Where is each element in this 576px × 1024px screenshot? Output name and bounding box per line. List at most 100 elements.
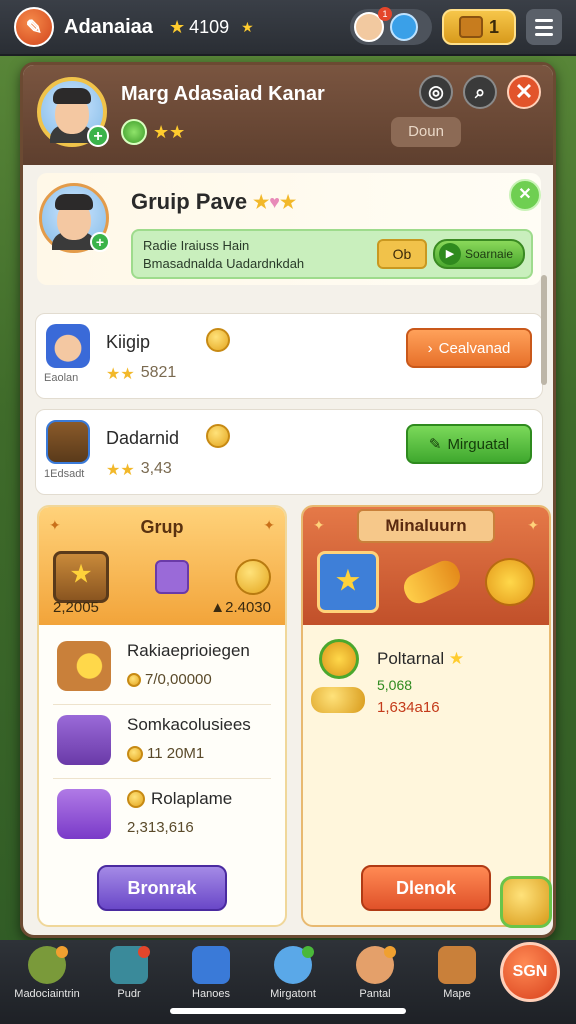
star-icon-small: ★ (241, 18, 254, 35)
share-button[interactable]: ▶ Soarnaie (433, 239, 525, 269)
chest-count: 1 (488, 16, 499, 37)
add-icon[interactable]: + (90, 232, 110, 252)
left-column-values: 2,2005 ▲2.4030 (53, 599, 271, 616)
left-column-title: Grup (140, 517, 184, 537)
left-column-header: ✦ ✦ Grup 2,2005 ▲2.4030 (39, 507, 285, 625)
list-item[interactable]: Eaolan Kiigip ★★ 5821 › Cealvanad (35, 313, 543, 399)
reward-row[interactable]: Somkacolusiees 11 20M1 (53, 705, 271, 779)
menu-icon[interactable] (526, 9, 562, 45)
search-icon[interactable]: ⌕ (463, 75, 497, 109)
notification-badge: 1 (378, 7, 392, 21)
right-column-button[interactable]: Dlenok (361, 865, 491, 911)
coin-pile-icon (311, 687, 365, 713)
group-title-row: Gruip Pave ★♥★ (131, 189, 296, 215)
player-action-button[interactable]: › Cealvanad (406, 328, 532, 368)
list-item[interactable]: 1Edsadt Dadarnid ★★ 3,43 ✎ Mirguatal (35, 409, 543, 495)
gift-icon[interactable] (155, 560, 189, 594)
main-panel: + Marg Adasaiad Kanar ★★ Doun ◎ ⌕ ✕ + Gr… (20, 62, 556, 938)
nav-item-profile[interactable]: Pantal (334, 946, 416, 1000)
player-value: 5821 (140, 364, 177, 381)
player-sub: Eaolan (44, 372, 79, 384)
house-icon (192, 946, 230, 984)
player-name: Kiigip (106, 332, 151, 352)
ok-button[interactable]: Ob (377, 239, 427, 269)
coin-icon (206, 328, 230, 352)
player-action-button[interactable]: ✎ Mirguatal (406, 424, 532, 464)
chest-counter[interactable]: 1 (442, 9, 516, 45)
group-info-strip: Radie Iraiuss Hain Bmasadnalda Uadardnkd… (131, 229, 533, 279)
player-stats: ★★ 3,43 (106, 460, 172, 480)
left-value-a: 2,2005 (53, 599, 99, 616)
coin-token-icon (319, 639, 359, 679)
group-card: + Gruip Pave ★♥★ ✕ Radie Iraiuss Hain Bm… (37, 173, 541, 285)
reward-row[interactable]: Rolaplame 2,313,616 (53, 779, 271, 853)
reward-title-row: Rolaplame (127, 789, 232, 809)
coin-icon (127, 672, 141, 687)
coin-stack-icon[interactable] (500, 876, 552, 928)
close-icon[interactable]: ✕ (507, 75, 541, 109)
group-stars-icon: ★♥★ (253, 191, 297, 212)
share-label: Soarnaie (465, 247, 514, 261)
player-sub: 1Edsadt (44, 468, 85, 480)
top-right-group: 1 1 (350, 7, 562, 45)
info-disc-icon[interactable] (390, 13, 418, 41)
dice-box-icon (57, 789, 111, 839)
nav-label: Mape (443, 988, 471, 1000)
gem-icon (121, 119, 147, 145)
profile-avatar[interactable]: + (37, 77, 109, 147)
nav-label: Pantal (359, 988, 391, 1000)
player-value: 3,43 (140, 460, 172, 477)
magic-wand-icon[interactable] (399, 556, 465, 608)
nav-item-shop[interactable]: Mape (416, 946, 498, 1000)
top-bar: ✎ Adanaiaa ★ 4109 ★ 1 1 (0, 0, 576, 56)
target-icon[interactable]: ◎ (419, 75, 453, 109)
star-box-icon[interactable] (317, 551, 379, 613)
star-icon: ★ (168, 16, 186, 37)
player-stats: ★★ 5821 (106, 364, 176, 384)
left-value-b: ▲2.4030 (210, 599, 271, 616)
group-avatar[interactable]: + (39, 183, 110, 253)
header-icons: ◎ ⌕ ✕ (419, 75, 541, 109)
scrollbar[interactable] (541, 275, 547, 385)
reward-title: Somkacolusiees (127, 715, 251, 734)
reward-value-row: 7/0,00000 (127, 671, 212, 688)
logo-icon[interactable]: ✎ (14, 7, 54, 47)
add-icon[interactable]: + (87, 125, 109, 147)
reward-title: Rakiaeprioiegen (127, 641, 250, 660)
treasure-chest-icon[interactable] (53, 551, 109, 603)
reward-value: 2,313,616 (127, 819, 194, 836)
right-column-icons (317, 551, 535, 613)
nav-item-bag[interactable]: Pudr (88, 946, 170, 1000)
notification-dot (302, 946, 314, 958)
star-count: 4109 (189, 16, 230, 37)
coin-chest-icon (57, 641, 111, 691)
nav-item-gear[interactable]: Mirgatont (252, 946, 334, 1000)
group-close-icon[interactable]: ✕ (509, 179, 541, 211)
player-stars: ★★ (106, 462, 135, 479)
right-item-value1: 5,068 (377, 677, 413, 693)
corner-star-icon: ✦ (313, 517, 325, 533)
home-indicator[interactable] (170, 1008, 406, 1014)
chest-icon (458, 16, 483, 38)
nav-label: Hanoes (192, 988, 230, 1000)
coin-icon (127, 745, 143, 762)
basket-icon (438, 946, 476, 984)
right-column-title: Minaluurn (357, 509, 495, 543)
app-title: Adanaiaa (64, 15, 153, 38)
left-column-button[interactable]: Bronrak (97, 865, 227, 911)
coin-stack-icon[interactable] (235, 559, 271, 595)
coin-icon (127, 790, 145, 808)
profile-pill[interactable]: 1 (350, 7, 432, 45)
group-title: Gruip Pave (131, 189, 248, 214)
gift-box-icon (57, 715, 111, 765)
right-item-title-row: Poltarnal ★ (377, 649, 464, 669)
star-counter: ★ 4109 ★ (169, 17, 254, 38)
nav-item-house[interactable]: Hanoes (170, 946, 252, 1000)
reward-row[interactable]: Rakiaeprioiegen 7/0,00000 (53, 631, 271, 705)
profile-name: Marg Adasaiad Kanar (121, 83, 325, 105)
scroll-icon[interactable] (485, 558, 535, 606)
nav-item-home[interactable]: Madociaintrin (6, 946, 88, 1000)
nav-action-button[interactable]: SGN (500, 942, 560, 1002)
header-action-button[interactable]: Doun (391, 117, 461, 147)
nav-label: Madociaintrin (14, 988, 80, 1000)
